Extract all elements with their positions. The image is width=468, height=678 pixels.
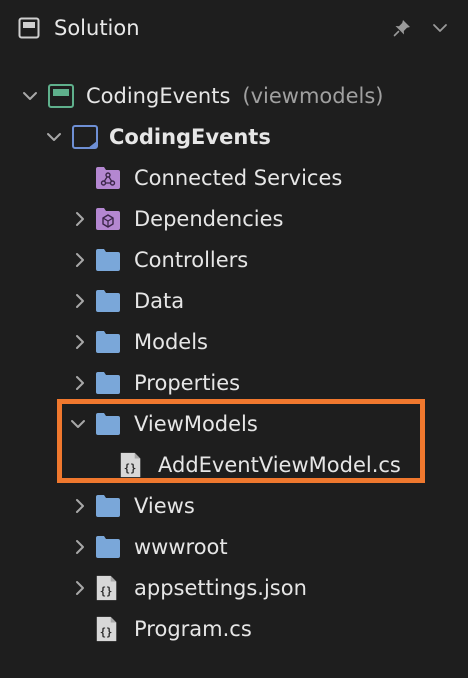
folder-icon: [96, 536, 120, 558]
tree-item-label: Models: [134, 330, 208, 354]
solution-pad-header: Solution: [0, 0, 468, 56]
json-file-icon: {}: [96, 575, 117, 601]
tree-item-label: Controllers: [134, 248, 249, 272]
tree-item-views[interactable]: Views: [0, 486, 468, 527]
tree-item-data[interactable]: Data: [0, 281, 468, 322]
csharp-file-icon: {}: [96, 616, 117, 642]
folder-icon: [96, 290, 120, 312]
chevron-right-icon[interactable]: [71, 333, 89, 351]
project-icon: [72, 125, 98, 149]
chevron-right-icon[interactable]: [71, 292, 89, 310]
folder-icon: [96, 249, 120, 271]
tree-node-project[interactable]: CodingEvents: [0, 117, 468, 158]
tree-item-label: Dependencies: [134, 207, 284, 231]
tree-item-label: Program.cs: [134, 617, 252, 641]
chevron-right-icon[interactable]: [71, 579, 89, 597]
solution-config-suffix: (viewmodels): [242, 84, 384, 108]
highlight-box: [57, 399, 425, 483]
chevron-down-icon[interactable]: [21, 87, 39, 105]
tree-node-solution[interactable]: CodingEvents (viewmodels): [0, 76, 468, 117]
chevron-right-icon[interactable]: [71, 497, 89, 515]
chevron-right-icon[interactable]: [71, 210, 89, 228]
chevron-down-icon[interactable]: [430, 18, 450, 38]
tree-item-label: Views: [134, 494, 195, 518]
project-label: CodingEvents: [109, 125, 271, 149]
chevron-right-icon[interactable]: [71, 374, 89, 392]
svg-text:{}: {}: [100, 587, 112, 598]
tree-item-label: appsettings.json: [134, 576, 307, 600]
tree-item-connected-services[interactable]: Connected Services: [0, 158, 468, 199]
solution-label: CodingEvents (viewmodels): [86, 84, 384, 108]
chevron-down-icon[interactable]: [45, 128, 63, 146]
tree-item-dependencies[interactable]: Dependencies: [0, 199, 468, 240]
folder-icon: [96, 372, 120, 394]
tree-item-label: Data: [134, 289, 185, 313]
folder-icon: [96, 331, 120, 353]
svg-text:{}: {}: [100, 628, 112, 639]
tree-item-label: wwwroot: [134, 535, 228, 559]
tree-item-label: Properties: [134, 371, 241, 395]
folder-icon: [96, 495, 120, 517]
tree-item-label: Connected Services: [134, 166, 343, 190]
tree-item-properties[interactable]: Properties: [0, 363, 468, 404]
solution-pad: Solution CodingEvents (viewmodels) Codin…: [0, 0, 468, 678]
pin-icon[interactable]: [392, 18, 412, 38]
solution-pad-icon: [18, 17, 40, 39]
tree-item-appsettings[interactable]: {} appsettings.json: [0, 568, 468, 609]
chevron-right-icon[interactable]: [71, 538, 89, 556]
solution-icon: [48, 84, 74, 108]
tree-item-wwwroot[interactable]: wwwroot: [0, 527, 468, 568]
pad-title: Solution: [54, 16, 140, 40]
chevron-right-icon[interactable]: [71, 251, 89, 269]
connected-services-icon: [96, 167, 120, 189]
tree-item-controllers[interactable]: Controllers: [0, 240, 468, 281]
tree-item-program[interactable]: {} Program.cs: [0, 609, 468, 650]
tree-item-models[interactable]: Models: [0, 322, 468, 363]
dependencies-icon: [96, 208, 120, 230]
